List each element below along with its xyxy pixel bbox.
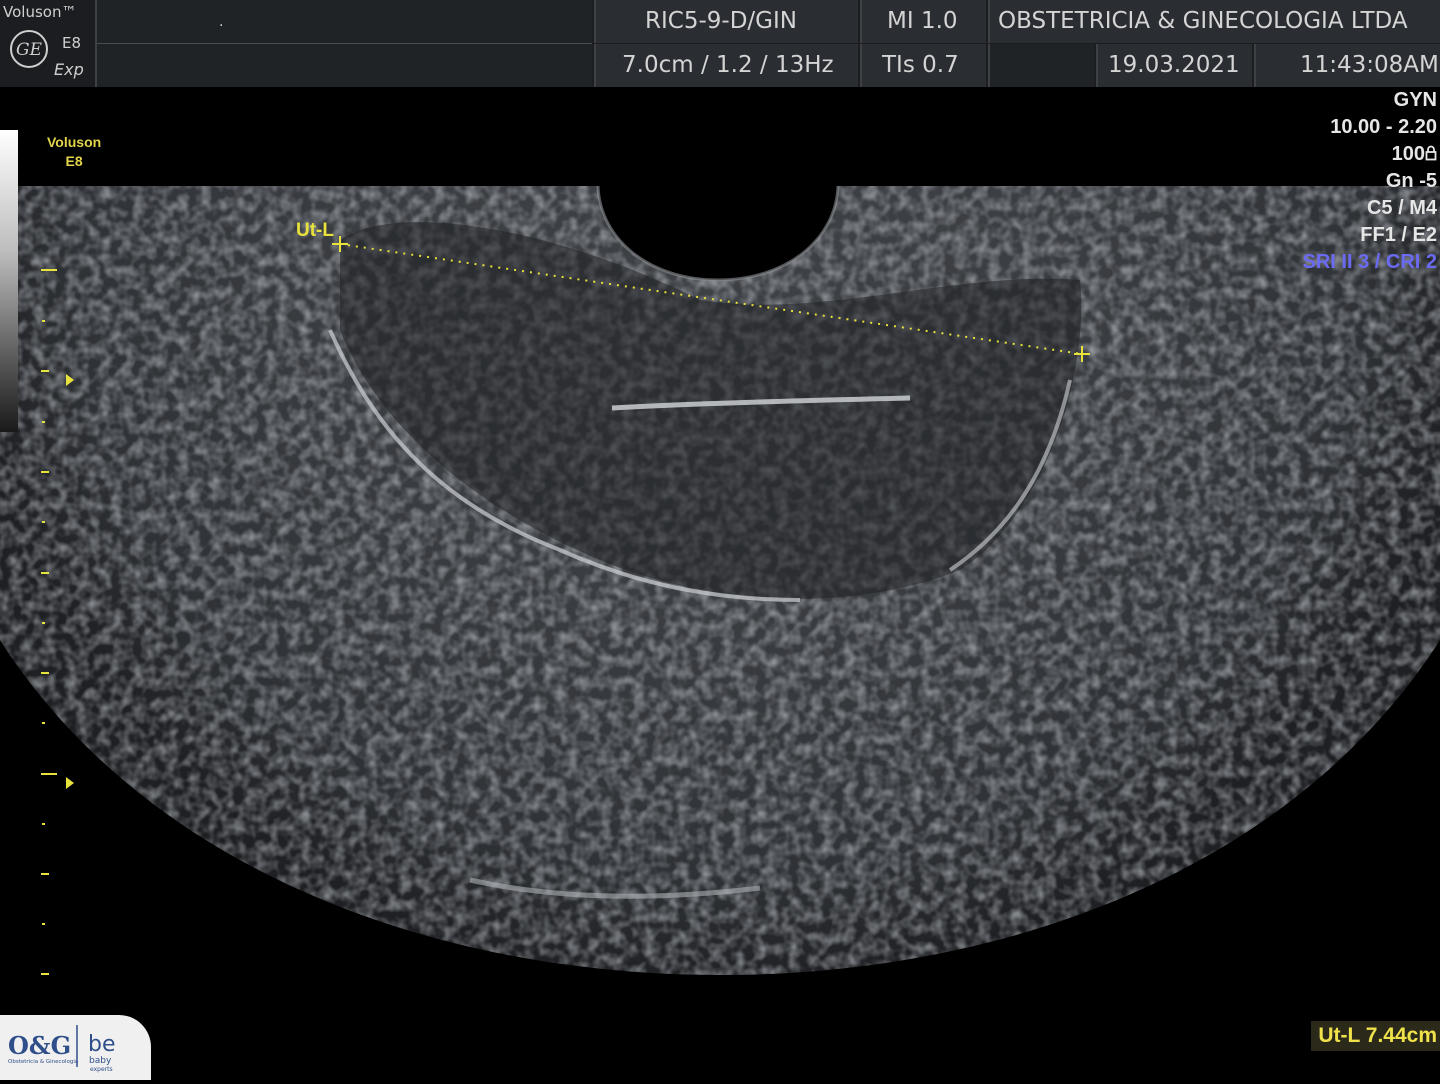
institution-cell: OBSTETRICIA & GINECOLOGIA LTDA — [988, 0, 1440, 43]
tis-cell: TIs 0.7 — [860, 44, 986, 87]
svg-text:be: be — [88, 1032, 116, 1057]
time-cell: 11:43:08AM — [1254, 44, 1440, 87]
power-label: 100 — [1391, 143, 1425, 165]
mode-label: Exp — [54, 60, 84, 79]
depth-tick — [41, 873, 49, 875]
grayscale-bar — [0, 130, 18, 432]
depth-tick — [42, 722, 45, 724]
depth-tick — [42, 923, 45, 925]
focus-marker-icon — [66, 374, 74, 386]
svg-text:Obstetricia & Ginecologia: Obstetricia & Ginecologia — [8, 1059, 78, 1065]
caliper-label[interactable]: Ut-L — [296, 220, 334, 242]
power-row: 100 — [1392, 143, 1437, 166]
focus-marker-icon — [66, 777, 74, 789]
depth-tick — [42, 521, 45, 523]
measurement-result[interactable]: Ut-L 7.44cm — [1311, 1021, 1440, 1051]
svg-text:baby: baby — [89, 1056, 112, 1066]
probe-label: RIC5-9-D/GIN — [645, 8, 797, 34]
depth-tick — [41, 572, 49, 574]
probe-cell: RIC5-9-D/GIN — [594, 0, 858, 43]
mi-cell: MI 1.0 — [860, 0, 986, 43]
clinic-logo-icon: O&G Obstetricia & Ginecologia be baby ex… — [8, 1025, 116, 1073]
exam-date: 19.03.2021 — [1108, 52, 1240, 78]
svg-text:O&G: O&G — [8, 1031, 71, 1060]
gain-label: Gn -5 — [1385, 170, 1437, 192]
institution-name: OBSTETRICIA & GINECOLOGIA LTDA — [998, 8, 1408, 34]
depth-tick — [42, 622, 45, 624]
depth-tick — [42, 320, 45, 322]
svg-text:experts: experts — [90, 1066, 113, 1073]
frequency-label: 10.00 - 2.20 — [1330, 116, 1437, 138]
header-bar: Voluson™ GE E8 Exp . RIC5-9-D/GIN 7.0cm … — [0, 0, 1440, 87]
depth-settings: 7.0cm / 1.2 / 13Hz — [622, 52, 834, 78]
depth-tick — [41, 269, 57, 271]
preset-label: GYN — [1393, 89, 1437, 111]
depth-tick — [41, 471, 49, 473]
brand-name: Voluson™ — [3, 3, 77, 21]
cm-label: C5 / M4 — [1366, 197, 1437, 219]
mi-value: MI 1.0 — [887, 8, 958, 34]
brand-block: Voluson™ GE E8 Exp — [0, 0, 92, 87]
depth-tick — [42, 421, 45, 423]
depth-tick — [41, 370, 49, 372]
depth-tick — [42, 823, 45, 825]
depth-tick — [41, 773, 57, 775]
depth-tick — [41, 672, 49, 674]
svg-text:GE: GE — [16, 40, 43, 60]
ultrasound-image — [0, 185, 1440, 975]
sri-label: SRI II 3 / CRI 2 — [1302, 251, 1437, 273]
tis-value: TIs 0.7 — [882, 52, 959, 78]
lock-icon — [1425, 145, 1437, 161]
exam-time: 11:43:08AM — [1300, 52, 1439, 78]
date-spacer-cell — [988, 44, 1094, 87]
depth-tick — [41, 973, 49, 975]
ge-logo-icon: GE — [10, 30, 48, 68]
voluson-mark: Voluson E8 — [47, 134, 102, 169]
model-label: E8 — [62, 34, 82, 52]
clinic-watermark: O&G Obstetricia & Ginecologia be baby ex… — [0, 1015, 151, 1080]
date-cell: 19.03.2021 — [1096, 44, 1252, 87]
ff-label: FF1 / E2 — [1360, 224, 1437, 246]
depth-cell: 7.0cm / 1.2 / 13Hz — [594, 44, 858, 87]
